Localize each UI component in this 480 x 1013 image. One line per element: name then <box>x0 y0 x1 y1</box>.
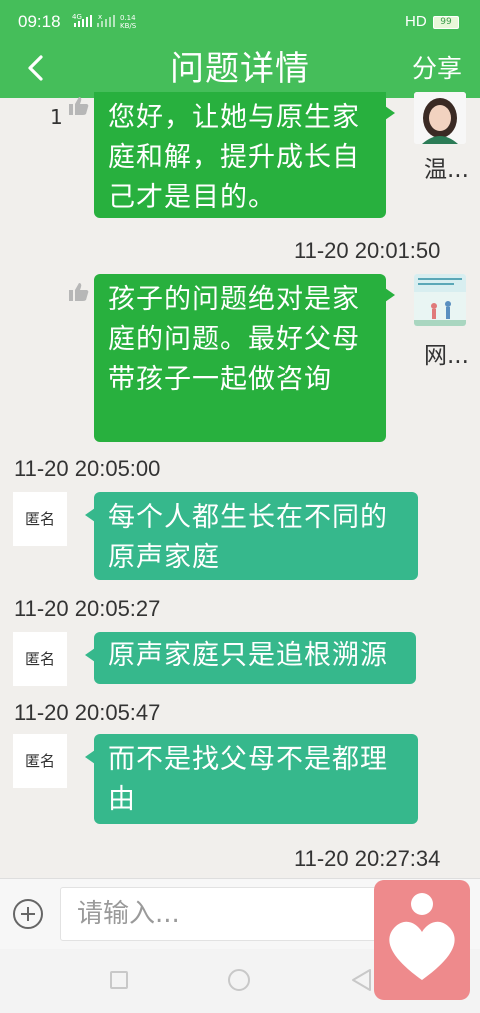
page-title: 问题详情 <box>170 49 310 89</box>
message-input[interactable]: 请输入... <box>60 887 420 941</box>
avatar[interactable] <box>414 274 466 326</box>
timestamp: 11-20 20:27:34 <box>294 846 441 871</box>
battery-icon: 99 <box>433 16 459 29</box>
avatar[interactable]: 匿名 <box>13 632 67 686</box>
heart-floating-button[interactable] <box>374 880 470 1000</box>
nav-square-icon[interactable] <box>110 971 128 989</box>
message-bubble[interactable]: 而不是找父母不是都理由 <box>85 734 418 824</box>
nav-bar: 问题详情 分享 <box>0 40 480 98</box>
nav-back-icon[interactable] <box>350 968 372 992</box>
like-count: 1 <box>50 105 63 129</box>
message-bubble[interactable]: 每个人都生长在不同的原声家庭 <box>85 492 418 580</box>
plus-icon[interactable] <box>13 899 43 929</box>
avatar[interactable] <box>414 92 466 144</box>
status-bar: 09:18 4G x 0.14 KB/S HD 99 <box>0 0 480 40</box>
timestamp: 11-20 20:01:50 <box>294 238 441 263</box>
network-speed: 0.14 KB/S <box>120 14 137 30</box>
avatar[interactable]: 匿名 <box>13 734 67 788</box>
author-name: 网... <box>424 343 469 369</box>
heart-logo-icon <box>389 893 455 980</box>
status-time: 09:18 <box>18 12 61 31</box>
signal-icon <box>74 15 92 27</box>
nav-circle-icon[interactable] <box>228 969 250 991</box>
timestamp: 11-20 20:05:00 <box>14 456 161 481</box>
message-bubble[interactable]: 您好，让她与原生家庭和解，提升成长自己才是目的。 <box>94 92 395 218</box>
signal2-icon <box>97 15 115 27</box>
hd-label: HD <box>405 13 427 30</box>
message-bubble[interactable]: 原声家庭只是追根溯源 <box>85 632 416 684</box>
author-name: 温... <box>424 157 469 183</box>
thumb-up-icon[interactable] <box>68 282 90 302</box>
share-button[interactable]: 分享 <box>412 50 462 88</box>
thumb-up-icon[interactable] <box>68 96 90 116</box>
timestamp: 11-20 20:05:27 <box>14 596 161 621</box>
timestamp: 11-20 20:05:47 <box>14 700 161 725</box>
message-bubble[interactable]: 孩子的问题绝对是家庭的问题。最好父母带孩子一起做咨询 <box>94 274 395 442</box>
avatar[interactable]: 匿名 <box>13 492 67 546</box>
